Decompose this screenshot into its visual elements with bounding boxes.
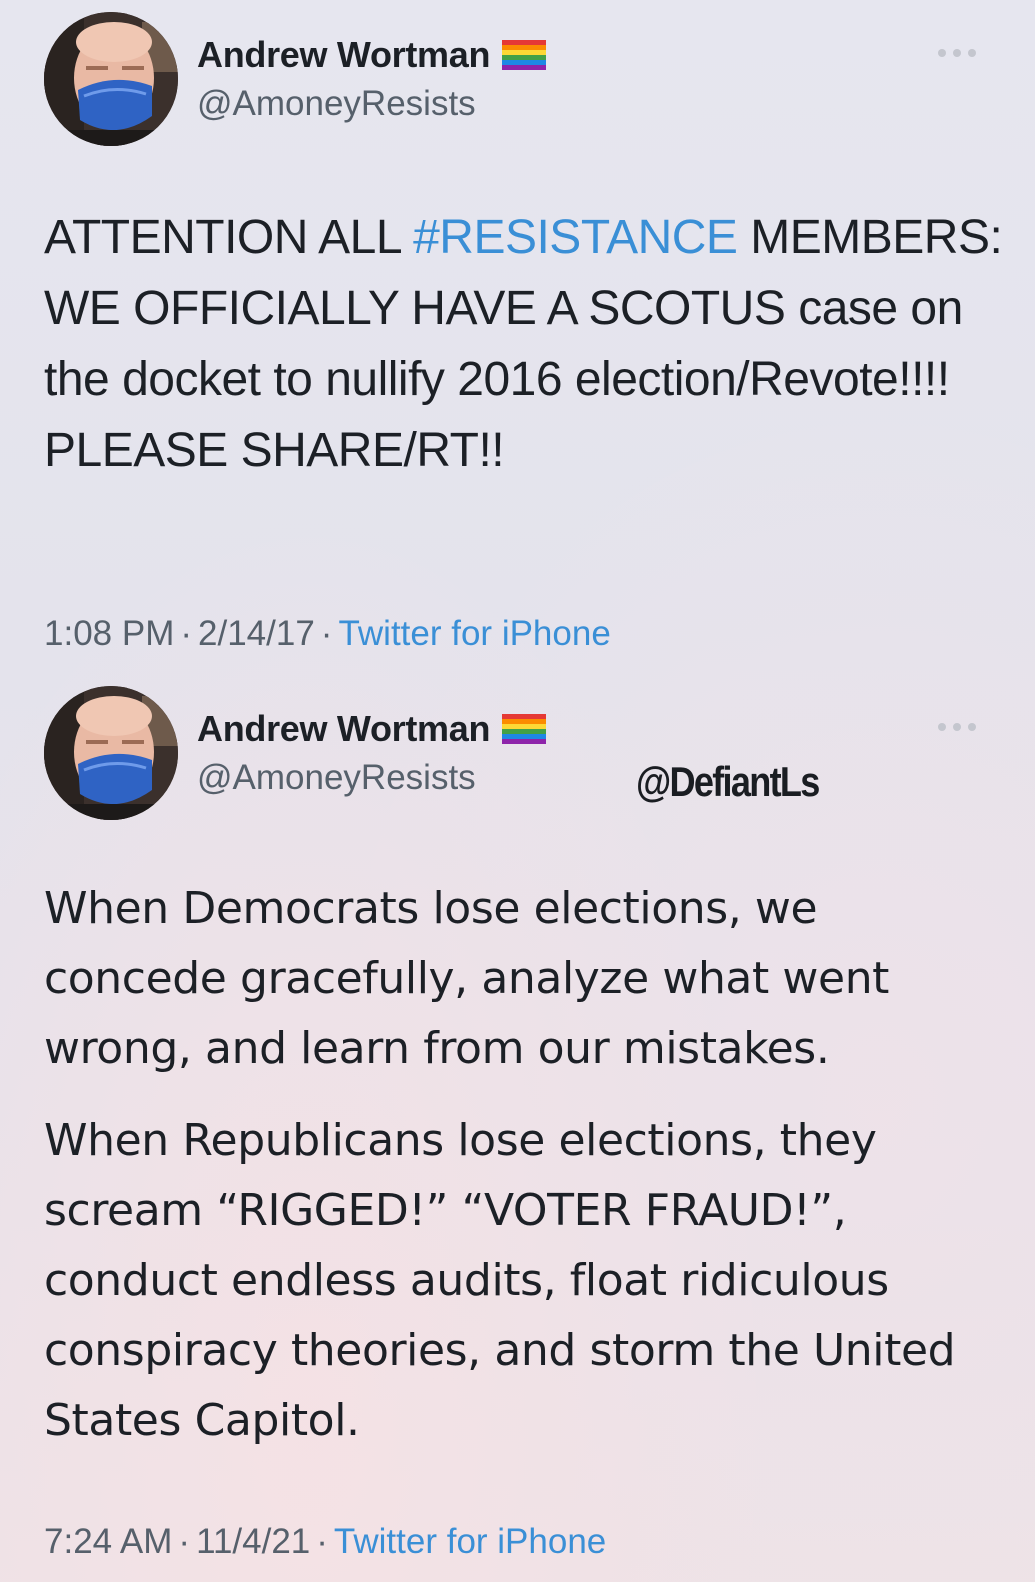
tweet-time: 1:08 PM xyxy=(44,614,175,653)
more-options-icon[interactable] xyxy=(938,720,976,734)
rainbow-flag-icon xyxy=(502,714,547,744)
avatar-image xyxy=(44,12,178,146)
meta-separator: · xyxy=(180,614,193,653)
author-display-name[interactable]: Andrew Wortman xyxy=(197,34,490,76)
hashtag-link[interactable]: #RESISTANCE xyxy=(413,211,738,264)
author-handle[interactable]: @AmoneyResists xyxy=(197,84,476,124)
tweet-meta: 7:24 AM · 11/4/21 · Twitter for iPhone xyxy=(44,1522,606,1562)
avatar-image xyxy=(44,686,178,820)
rainbow-flag-icon xyxy=(502,40,547,70)
meta-separator: · xyxy=(178,1522,191,1561)
tweet-paragraph-2: When Republicans lose elections, they sc… xyxy=(44,1115,956,1446)
tweet-date[interactable]: 2/14/17 xyxy=(198,614,315,653)
author-name-row[interactable]: Andrew Wortman xyxy=(197,708,547,750)
tweet-source-link[interactable]: Twitter for iPhone xyxy=(334,1522,606,1561)
watermark: @DefiantLs xyxy=(636,758,820,805)
author-handle[interactable]: @AmoneyResists xyxy=(197,758,476,798)
tweet-text-prefix: ATTENTION ALL xyxy=(44,211,414,264)
tweet-paragraph-1: When Democrats lose elections, we conced… xyxy=(44,883,890,1074)
avatar[interactable] xyxy=(44,686,178,820)
avatar[interactable] xyxy=(44,12,178,146)
author-display-name[interactable]: Andrew Wortman xyxy=(197,708,490,750)
tweet-source-link[interactable]: Twitter for iPhone xyxy=(338,614,610,653)
tweet-date[interactable]: 11/4/21 xyxy=(196,1522,310,1561)
tweet-meta: 1:08 PM · 2/14/17 · Twitter for iPhone xyxy=(44,614,611,654)
tweet-text: ATTENTION ALL #RESISTANCE MEMBERS: WE OF… xyxy=(44,202,1004,486)
tweet-time: 7:24 AM xyxy=(44,1522,173,1561)
meta-separator: · xyxy=(320,614,333,653)
more-options-icon[interactable] xyxy=(938,46,976,60)
tweet-text: When Democrats lose elections, we conced… xyxy=(44,874,1004,1456)
meta-separator: · xyxy=(316,1522,328,1561)
author-name-row[interactable]: Andrew Wortman xyxy=(197,34,547,76)
